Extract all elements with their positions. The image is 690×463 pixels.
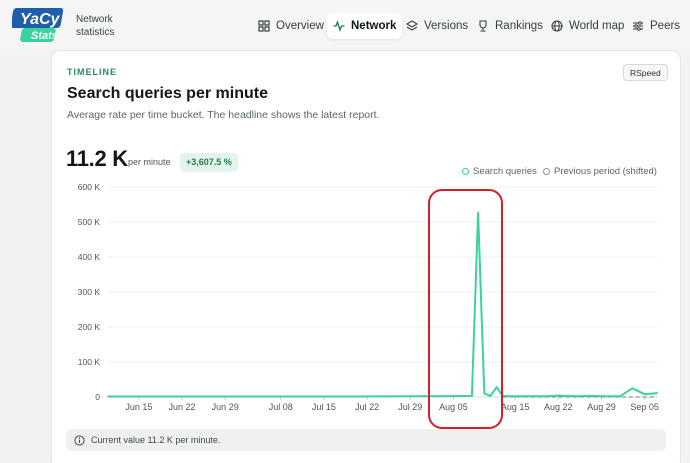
x-tick-label: Jul 15 bbox=[312, 402, 336, 412]
data-point bbox=[545, 395, 547, 398]
data-point bbox=[557, 394, 560, 397]
y-tick-label: 200 K bbox=[78, 322, 101, 332]
y-tick-label: 500 K bbox=[78, 217, 101, 227]
data-point bbox=[168, 395, 171, 398]
data-point bbox=[619, 395, 621, 398]
data-point bbox=[520, 395, 523, 398]
x-tick-label: Aug 22 bbox=[544, 402, 573, 412]
data-point bbox=[236, 395, 239, 398]
data-point bbox=[575, 395, 578, 398]
y-tick-label: 600 K bbox=[78, 182, 101, 192]
current-value-note: Current value 11.2 K per minute. bbox=[66, 429, 666, 451]
x-tick-label: Aug 15 bbox=[501, 402, 530, 412]
y-tick-label: 400 K bbox=[78, 252, 101, 262]
x-tick-label: Jul 08 bbox=[269, 402, 293, 412]
data-point bbox=[631, 387, 634, 390]
x-tick-label: Jun 22 bbox=[169, 402, 196, 412]
series-line-search-queries bbox=[108, 211, 658, 398]
data-point bbox=[292, 395, 294, 398]
x-tick-label: Jul 22 bbox=[355, 402, 379, 412]
data-point bbox=[107, 395, 109, 398]
y-tick-label: 0 bbox=[95, 392, 100, 402]
x-tick-label: Jun 29 bbox=[212, 402, 239, 412]
data-point bbox=[643, 393, 646, 396]
y-tick-label: 100 K bbox=[78, 357, 101, 367]
x-tick-label: Sep 05 bbox=[630, 402, 659, 412]
data-point bbox=[588, 395, 591, 397]
info-icon bbox=[74, 434, 85, 446]
data-point bbox=[508, 395, 510, 398]
current-value-note-text: Current value 11.2 K per minute. bbox=[91, 435, 221, 445]
x-tick-label: Aug 29 bbox=[587, 402, 616, 412]
x-tick-label: Jun 15 bbox=[125, 402, 152, 412]
spike-highlight-outline bbox=[428, 189, 503, 429]
y-tick-label: 300 K bbox=[78, 287, 101, 297]
timeline-chart: 0 100 K 200 K 300 K 400 K 500 K 600 K Jun 15 Jun… bbox=[78, 182, 659, 412]
x-tick-label: Jul 29 bbox=[398, 402, 422, 412]
data-point bbox=[656, 392, 658, 394]
data-point bbox=[415, 395, 418, 398]
data-point bbox=[353, 395, 356, 398]
data-point bbox=[600, 395, 603, 398]
